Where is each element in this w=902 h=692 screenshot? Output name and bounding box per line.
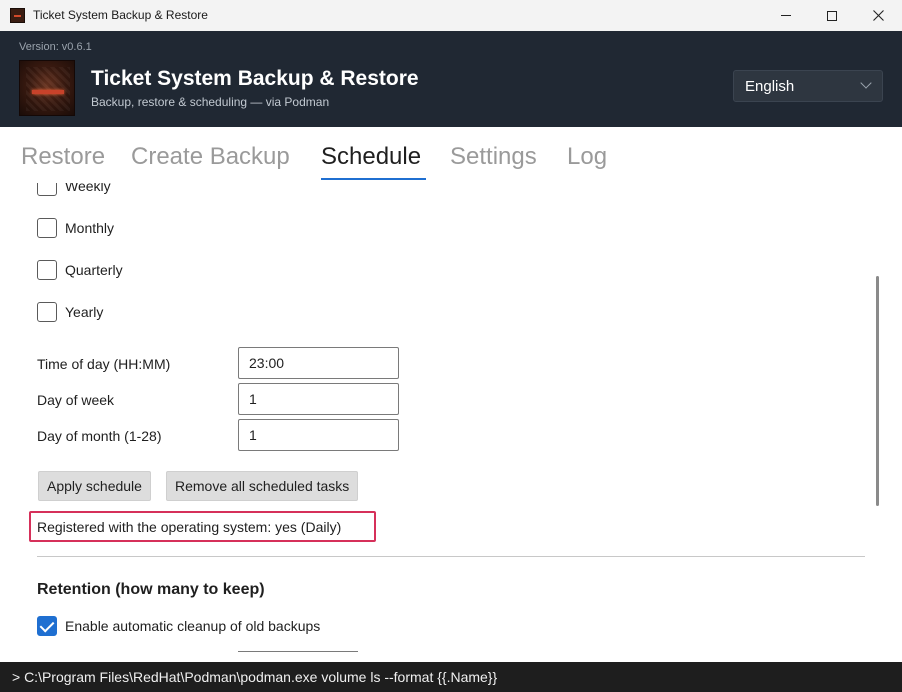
monthly-label: Monthly xyxy=(65,220,115,236)
window-title: Ticket System Backup & Restore xyxy=(33,8,208,22)
maximize-button[interactable] xyxy=(809,0,855,31)
frequency-quarterly[interactable]: Quarterly xyxy=(37,260,123,280)
app-logo xyxy=(19,60,75,116)
remove-scheduled-tasks-button[interactable]: Remove all scheduled tasks xyxy=(166,471,359,501)
close-icon xyxy=(872,10,884,21)
quarterly-checkbox[interactable] xyxy=(37,260,57,280)
app-subtitle: Backup, restore & scheduling — via Podma… xyxy=(91,95,330,109)
language-select[interactable]: English xyxy=(733,70,883,102)
day-of-week-input[interactable]: 1 xyxy=(238,383,399,415)
monthly-checkbox[interactable] xyxy=(37,218,57,238)
chevron-down-icon xyxy=(860,77,872,89)
tab-bar: Restore Create Backup Schedule Settings … xyxy=(0,127,902,183)
time-of-day-label: Time of day (HH:MM) xyxy=(37,356,171,372)
app-icon xyxy=(10,8,25,23)
apply-schedule-button[interactable]: Apply schedule xyxy=(38,471,151,501)
auto-cleanup-option[interactable]: Enable automatic cleanup of old backups xyxy=(37,616,320,636)
weekly-label: Weekly xyxy=(65,183,111,194)
frequency-yearly[interactable]: Yearly xyxy=(37,302,103,322)
quarterly-label: Quarterly xyxy=(65,262,123,278)
content-scrollbar[interactable] xyxy=(876,276,879,506)
schedule-panel: Weekly Monthly Quarterly Yearly Time of … xyxy=(0,183,880,662)
maximize-icon xyxy=(827,10,837,21)
time-of-day-input[interactable]: 23:00 xyxy=(238,347,399,379)
tab-schedule[interactable]: Schedule xyxy=(321,143,421,171)
frequency-monthly[interactable]: Monthly xyxy=(37,218,114,238)
day-of-month-input[interactable]: 1 xyxy=(238,419,399,451)
tab-restore[interactable]: Restore xyxy=(21,143,105,171)
auto-cleanup-checkbox[interactable] xyxy=(37,616,57,636)
app-title: Ticket System Backup & Restore xyxy=(91,67,419,90)
version-label: Version: v0.6.1 xyxy=(19,41,92,53)
day-of-week-label: Day of week xyxy=(37,392,115,408)
tab-settings[interactable]: Settings xyxy=(450,143,537,171)
minimize-button[interactable] xyxy=(763,0,809,31)
app-header: Version: v0.6.1 Ticket System Backup & R… xyxy=(0,31,902,127)
window-titlebar: Ticket System Backup & Restore xyxy=(0,0,902,31)
yearly-label: Yearly xyxy=(65,304,104,320)
console-output: > C:\Program Files\RedHat\Podman\podman.… xyxy=(0,662,902,692)
retention-count-input[interactable] xyxy=(238,651,358,662)
language-value: English xyxy=(745,77,795,95)
close-button[interactable] xyxy=(855,0,901,31)
section-divider xyxy=(37,556,865,557)
auto-cleanup-label: Enable automatic cleanup of old backups xyxy=(65,618,321,634)
tab-log[interactable]: Log xyxy=(567,143,607,171)
weekly-checkbox[interactable] xyxy=(37,183,57,196)
yearly-checkbox[interactable] xyxy=(37,302,57,322)
active-tab-indicator xyxy=(321,178,426,180)
day-of-month-label: Day of month (1-28) xyxy=(37,428,162,444)
schedule-status: Registered with the operating system: ye… xyxy=(29,511,376,542)
tab-create-backup[interactable]: Create Backup xyxy=(131,143,290,171)
minimize-icon xyxy=(781,15,791,16)
retention-title: Retention (how many to keep) xyxy=(37,581,265,598)
frequency-weekly[interactable]: Weekly xyxy=(37,183,111,196)
